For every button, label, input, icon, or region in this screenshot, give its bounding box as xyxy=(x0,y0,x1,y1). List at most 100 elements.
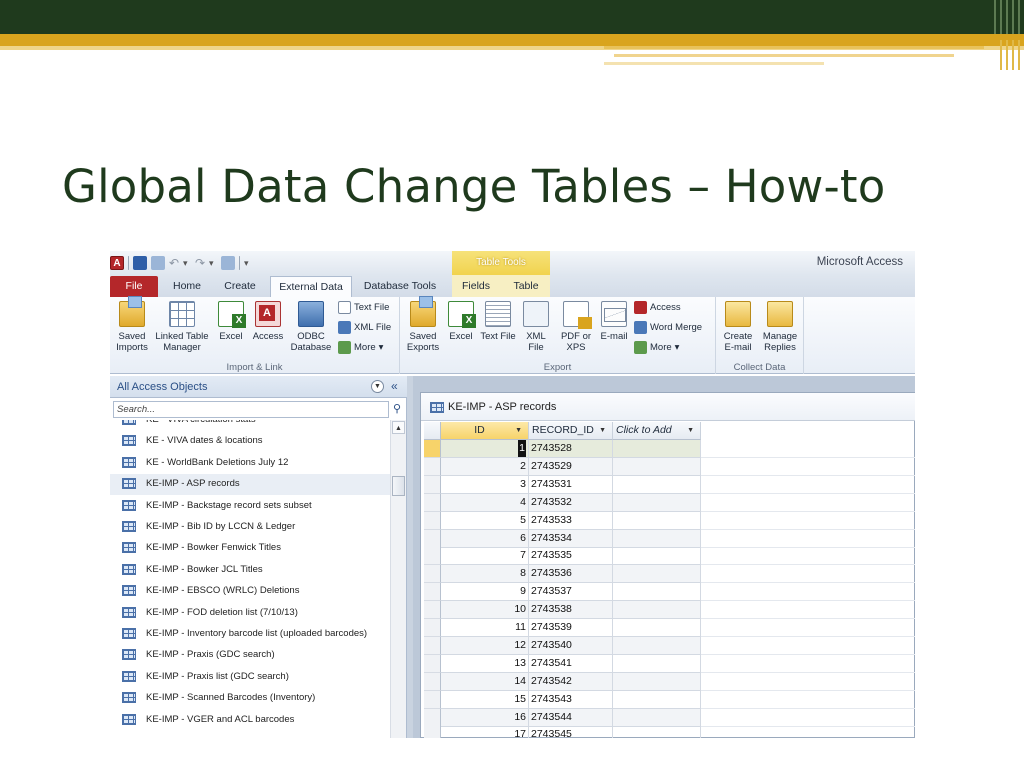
nav-item[interactable]: KE-IMP - FOD deletion list (7/10/13) xyxy=(110,603,390,624)
cell-id[interactable]: 14 xyxy=(441,672,529,691)
nav-item[interactable]: KE-IMP - VGER and ACL barcodes xyxy=(110,710,390,731)
search-icon[interactable]: ⚲ xyxy=(389,401,405,418)
tab-file[interactable]: File xyxy=(110,276,158,297)
cell-record-id[interactable]: 2743533 xyxy=(529,511,613,530)
cell-record-id[interactable]: 2743540 xyxy=(529,636,613,655)
nav-item[interactable]: KE-IMP - Scanned Barcodes (Inventory) xyxy=(110,688,390,709)
record-selector[interactable] xyxy=(424,529,441,548)
undo-dropdown-icon[interactable]: ▾ xyxy=(183,256,191,270)
cell-id[interactable]: 11 xyxy=(441,619,529,637)
record-selector[interactable] xyxy=(424,726,441,738)
document-tab[interactable]: KE-IMP - ASP records xyxy=(421,393,915,421)
record-selector[interactable] xyxy=(424,511,441,530)
cell-id[interactable]: 4 xyxy=(441,493,529,512)
nav-search-input[interactable]: Search... xyxy=(113,401,389,418)
cell-id[interactable]: 10 xyxy=(441,601,529,620)
cell-id[interactable]: 12 xyxy=(441,636,529,655)
cell-click-to-add[interactable] xyxy=(613,583,701,602)
import-text-file-button[interactable]: Text File xyxy=(338,301,389,314)
tab-database-tools[interactable]: Database Tools xyxy=(360,276,440,297)
column-header-id[interactable]: ID ▼ xyxy=(441,422,529,440)
cell-click-to-add[interactable] xyxy=(613,511,701,530)
customize-toolbar-icon[interactable]: ▾ xyxy=(244,256,252,270)
cell-record-id[interactable]: 2743545 xyxy=(529,726,613,738)
saved-exports-button[interactable]: Saved Exports xyxy=(404,296,442,353)
tab-create[interactable]: Create xyxy=(218,276,262,297)
cell-click-to-add[interactable] xyxy=(613,457,701,476)
export-text-file-button[interactable]: Text File xyxy=(480,301,516,342)
chevron-down-icon[interactable]: ▼ xyxy=(687,422,694,439)
cell-click-to-add[interactable] xyxy=(613,547,701,566)
nav-item[interactable]: KE-IMP - Bowker Fenwick Titles xyxy=(110,538,390,559)
table-row[interactable]: 13 2743541 xyxy=(424,654,915,673)
record-selector[interactable] xyxy=(424,565,441,584)
nav-header[interactable]: All Access Objects ▼ « xyxy=(110,376,407,398)
redo-icon[interactable]: ↷ xyxy=(195,256,205,270)
tab-external-data[interactable]: External Data xyxy=(270,276,352,297)
cell-click-to-add[interactable] xyxy=(613,493,701,512)
table-row[interactable]: 12 2743540 xyxy=(424,636,915,655)
export-more-button[interactable]: More ▾ xyxy=(634,341,679,354)
record-selector[interactable] xyxy=(424,475,441,494)
nav-item[interactable]: KE-IMP - EBSCO (WRLC) Deletions xyxy=(110,581,390,602)
cell-click-to-add[interactable] xyxy=(613,708,701,727)
cell-click-to-add[interactable] xyxy=(613,636,701,655)
create-email-button[interactable]: Create E-mail xyxy=(718,301,758,353)
tab-table[interactable]: Table xyxy=(508,276,544,297)
nav-item[interactable]: KE-IMP - Bowker JCL Titles xyxy=(110,560,390,581)
record-selector[interactable] xyxy=(424,636,441,655)
import-more-button[interactable]: More ▾ xyxy=(338,341,383,354)
cell-record-id[interactable]: 2743541 xyxy=(529,654,613,673)
manage-replies-button[interactable]: Manage Replies xyxy=(758,301,802,353)
cell-id[interactable]: 7 xyxy=(441,547,529,566)
cell-id[interactable]: 17 xyxy=(441,726,529,738)
tab-home[interactable]: Home xyxy=(166,276,208,297)
nav-item[interactable]: KE-IMP - Praxis list (GDC search) xyxy=(110,667,390,688)
redo-dropdown-icon[interactable]: ▾ xyxy=(209,256,217,270)
nav-item[interactable]: KE-IMP - Bib ID by LCCN & Ledger xyxy=(110,517,390,538)
cell-record-id[interactable]: 2743537 xyxy=(529,583,613,602)
cell-click-to-add[interactable] xyxy=(613,726,701,738)
cell-record-id[interactable]: 2743539 xyxy=(529,619,613,637)
record-selector[interactable] xyxy=(424,601,441,620)
cell-id[interactable]: 1 xyxy=(441,440,529,458)
export-pdf-button[interactable]: PDF or XPS xyxy=(556,301,596,353)
import-excel-button[interactable]: Excel xyxy=(214,301,248,342)
save-as-icon[interactable] xyxy=(151,256,165,270)
nav-menu-dropdown-icon[interactable]: ▼ xyxy=(371,380,384,393)
cell-id[interactable]: 8 xyxy=(441,565,529,584)
cell-click-to-add[interactable] xyxy=(613,619,701,637)
table-row[interactable]: 8 2743536 xyxy=(424,565,915,584)
record-selector[interactable] xyxy=(424,457,441,476)
chevron-down-icon[interactable]: ▼ xyxy=(599,422,606,439)
table-row[interactable]: 17 2743545 xyxy=(424,726,915,738)
select-all-corner[interactable] xyxy=(424,422,441,440)
shutter-bar-collapse-icon[interactable]: « xyxy=(391,379,398,393)
table-row[interactable]: 11 2743539 xyxy=(424,619,915,637)
import-xml-file-button[interactable]: XML File xyxy=(338,321,391,334)
table-row[interactable]: 7 2743535 xyxy=(424,547,915,566)
table-row[interactable]: 5 2743533 xyxy=(424,511,915,530)
cell-click-to-add[interactable] xyxy=(613,565,701,584)
nav-item[interactable]: KE-IMP - Backstage record sets subset xyxy=(110,496,390,517)
record-selector[interactable] xyxy=(424,672,441,691)
cell-click-to-add[interactable] xyxy=(613,654,701,673)
saved-imports-button[interactable]: Saved Imports xyxy=(112,296,152,353)
cell-record-id[interactable]: 2743532 xyxy=(529,493,613,512)
cell-id[interactable]: 2 xyxy=(441,457,529,476)
cell-id[interactable]: 13 xyxy=(441,654,529,673)
nav-item[interactable]: KE - VIVA dates & locations xyxy=(110,431,390,452)
cell-id[interactable]: 9 xyxy=(441,583,529,602)
print-preview-icon[interactable] xyxy=(221,256,235,270)
cell-record-id[interactable]: 2743542 xyxy=(529,672,613,691)
cell-id[interactable]: 15 xyxy=(441,690,529,709)
export-access-button[interactable]: Access xyxy=(634,301,681,314)
cell-click-to-add[interactable] xyxy=(613,475,701,494)
cell-record-id[interactable]: 2743529 xyxy=(529,457,613,476)
cell-id[interactable]: 16 xyxy=(441,708,529,727)
odbc-database-button[interactable]: ODBC Database xyxy=(288,301,334,353)
table-row[interactable]: 6 2743534 xyxy=(424,529,915,548)
record-selector[interactable] xyxy=(424,440,441,458)
record-selector[interactable] xyxy=(424,708,441,727)
record-selector[interactable] xyxy=(424,583,441,602)
